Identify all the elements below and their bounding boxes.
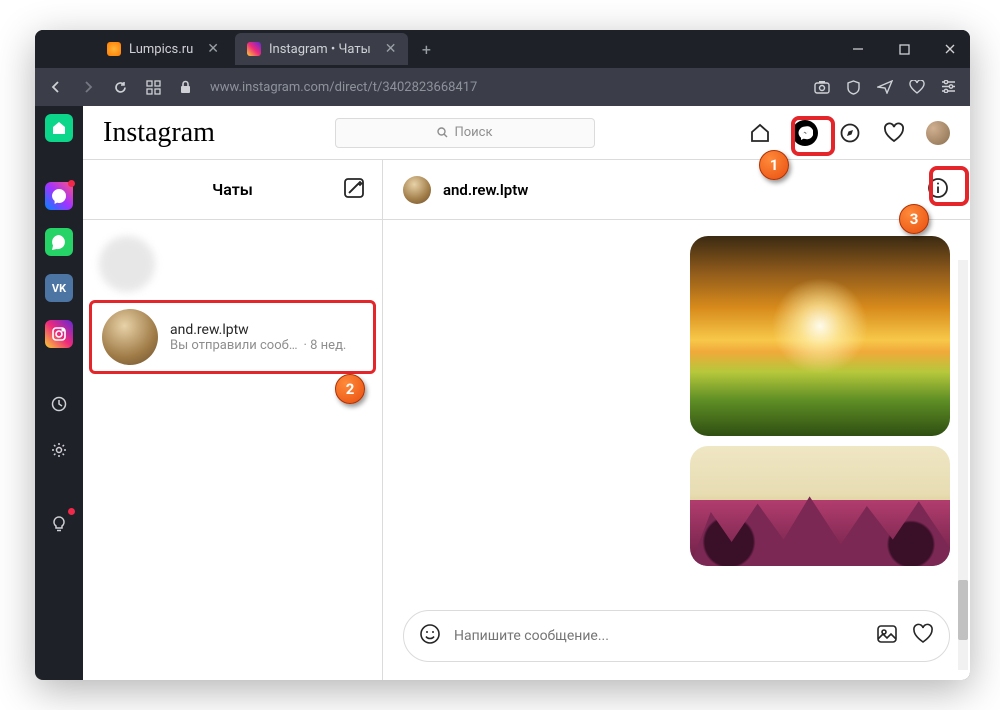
message-image[interactable] (690, 446, 950, 566)
chat-item[interactable] (83, 228, 382, 300)
minimize-button[interactable] (844, 35, 872, 63)
thread-avatar[interactable] (403, 176, 431, 204)
thread-header: and.rew.lptw (383, 160, 970, 220)
chat-avatar (102, 309, 158, 365)
back-button[interactable] (49, 80, 63, 94)
favicon-lumpics (107, 42, 121, 56)
sidebar-vk-icon[interactable]: VK (45, 274, 73, 302)
sidebar-home-icon[interactable] (45, 114, 73, 142)
activity-icon[interactable] (882, 121, 906, 145)
adblock-icon[interactable] (846, 80, 861, 95)
search-input[interactable]: Поиск (335, 118, 595, 148)
search-placeholder: Поиск (454, 125, 492, 140)
window-controls (844, 35, 964, 63)
callout-2: 2 (335, 374, 365, 404)
sidebar-whatsapp-icon[interactable] (45, 228, 73, 256)
instagram-nav (748, 120, 950, 146)
sidebar-tips-icon[interactable] (45, 510, 73, 538)
chats-title: Чаты (212, 180, 253, 199)
sidebar-messenger-icon[interactable] (45, 182, 73, 210)
thread-name[interactable]: and.rew.lptw (443, 181, 528, 199)
easy-setup-icon[interactable] (941, 80, 956, 95)
titlebar: Lumpics.ru ✕ Instagram • Чаты ✕ + (35, 30, 970, 68)
address-bar: www.instagram.com/direct/t/3402823668417 (35, 68, 970, 106)
chat-list-header: Чаты (83, 160, 382, 220)
callout-1: 1 (759, 150, 789, 180)
chat-name: and.rew.lptw (170, 322, 363, 338)
opera-sidebar: VK (35, 106, 83, 680)
snapshot-icon[interactable] (814, 80, 830, 95)
close-icon[interactable]: ✕ (207, 41, 219, 57)
page-content: Instagram Поиск (83, 106, 970, 680)
chat-thread: and.rew.lptw (383, 160, 970, 680)
chat-time: · 8 нед. (304, 338, 347, 353)
chat-list-panel: Чаты and.rew.lptw (83, 160, 383, 680)
search-container: Поиск (335, 118, 595, 148)
scrollbar-thumb[interactable] (958, 580, 968, 640)
forward-button[interactable] (81, 80, 95, 94)
maximize-button[interactable] (890, 35, 918, 63)
chat-item-selected[interactable]: and.rew.lptw Вы отправили сооб… · 8 нед. (89, 300, 376, 374)
new-tab-button[interactable]: + (412, 35, 440, 63)
browser-window: Lumpics.ru ✕ Instagram • Чаты ✕ + www.in… (35, 30, 970, 680)
chat-preview: Вы отправили сооб… (170, 338, 298, 353)
tab-instagram[interactable]: Instagram • Чаты ✕ (235, 33, 408, 65)
tab-strip: Lumpics.ru ✕ Instagram • Чаты ✕ + (95, 30, 844, 68)
heart-icon[interactable] (909, 80, 925, 95)
chat-list: and.rew.lptw Вы отправили сооб… · 8 нед. (83, 220, 382, 680)
compose-button[interactable] (342, 176, 366, 204)
sidebar-instagram-icon[interactable] (45, 320, 73, 348)
callout-3: 3 (899, 204, 929, 234)
lock-icon[interactable] (179, 80, 192, 94)
messenger-icon[interactable] (792, 120, 818, 146)
message-image[interactable] (690, 236, 950, 436)
messages[interactable] (383, 220, 970, 598)
emoji-button[interactable] (418, 622, 442, 650)
url-text[interactable]: www.instagram.com/direct/t/3402823668417 (210, 80, 477, 95)
profile-avatar[interactable] (926, 121, 950, 145)
search-icon (437, 127, 448, 138)
photo-button[interactable] (875, 622, 899, 650)
close-icon[interactable]: ✕ (385, 41, 397, 57)
explore-icon[interactable] (838, 121, 862, 145)
tab-title: Lumpics.ru (129, 42, 193, 57)
tab-title: Instagram • Чаты (269, 42, 371, 57)
reload-button[interactable] (113, 80, 128, 95)
instagram-topbar: Instagram Поиск (83, 106, 970, 160)
instagram-logo[interactable]: Instagram (103, 117, 215, 149)
favicon-instagram (247, 42, 261, 56)
thread-info-button[interactable] (926, 176, 950, 204)
like-button[interactable] (911, 622, 935, 650)
sidebar-history-icon[interactable] (45, 390, 73, 418)
speed-dial-button[interactable] (146, 80, 161, 95)
sidebar-settings-icon[interactable] (45, 436, 73, 464)
send-icon[interactable] (877, 80, 893, 95)
message-input[interactable] (454, 628, 863, 644)
close-button[interactable] (936, 35, 964, 63)
home-icon[interactable] (748, 121, 772, 145)
message-composer (403, 610, 950, 662)
tab-lumpics[interactable]: Lumpics.ru ✕ (95, 33, 231, 65)
